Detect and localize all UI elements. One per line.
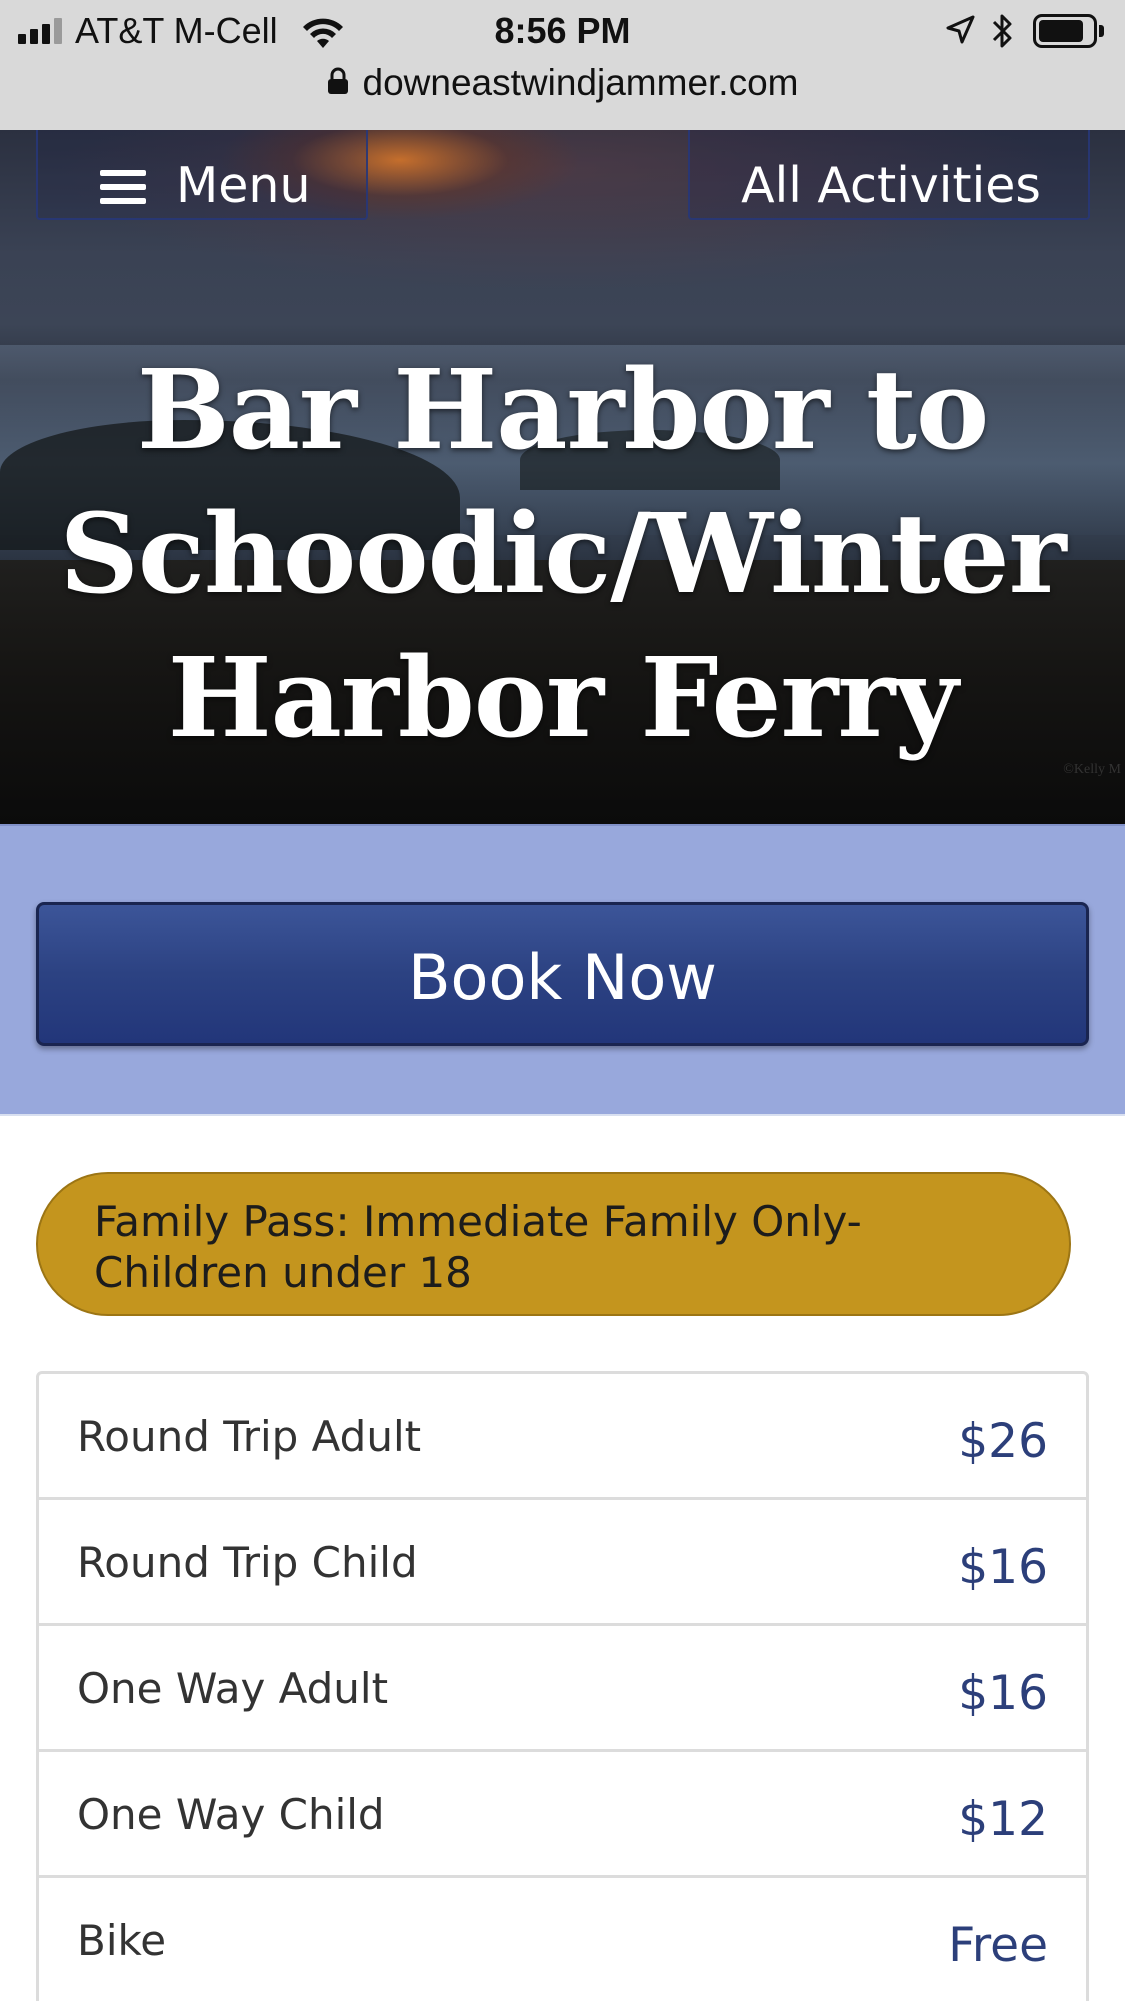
price-row: Round Trip Child $16 [39,1500,1086,1626]
menu-button[interactable]: Menu [36,130,368,220]
price-label: One Way Adult [77,1664,389,1713]
battery-icon [1033,14,1105,48]
status-row: AT&T M-Cell 8:56 PM [0,8,1125,54]
book-now-label: Book Now [407,941,718,1014]
price-row: One Way Adult $16 [39,1626,1086,1752]
all-activities-label: All Activities [741,157,1041,214]
page-title: Bar Harbor to Schoodic/Winter Harbor Fer… [59,345,1066,762]
price-value: $16 [958,1540,1048,1595]
price-value: $16 [958,1666,1048,1721]
lock-icon [327,67,348,94]
hero-banner: ©Kelly M Menu All Activities Bar Harbor … [0,130,1125,824]
price-row: One Way Child $12 [39,1752,1086,1878]
all-activities-button[interactable]: All Activities [688,130,1090,220]
price-value: $26 [958,1414,1048,1469]
family-pass-text: Family Pass: Immediate Family Only-Child… [94,1197,862,1297]
url-text: downeastwindjammer.com [362,62,799,103]
price-label: One Way Child [77,1790,385,1839]
price-value: Free [948,1918,1048,1973]
book-now-section: Book Now [0,824,1125,1116]
book-now-button[interactable]: Book Now [36,902,1089,1046]
browser-status-bar: AT&T M-Cell 8:56 PM downeastwindjammer.c… [0,0,1125,130]
price-label: Bike [77,1916,167,1965]
location-icon [946,15,975,44]
address-bar[interactable]: downeastwindjammer.com [0,62,1125,112]
bluetooth-icon [992,14,1012,48]
price-label: Round Trip Adult [77,1412,422,1461]
price-row: Bike Free [39,1878,1086,2001]
price-table: Round Trip Adult $26 Round Trip Child $1… [36,1371,1089,2001]
family-pass-badge: Family Pass: Immediate Family Only-Child… [36,1172,1071,1316]
price-label: Round Trip Child [77,1538,418,1587]
price-row: Round Trip Adult $26 [39,1374,1086,1500]
menu-label: Menu [176,157,311,214]
hamburger-icon [100,170,146,204]
price-value: $12 [958,1792,1048,1847]
